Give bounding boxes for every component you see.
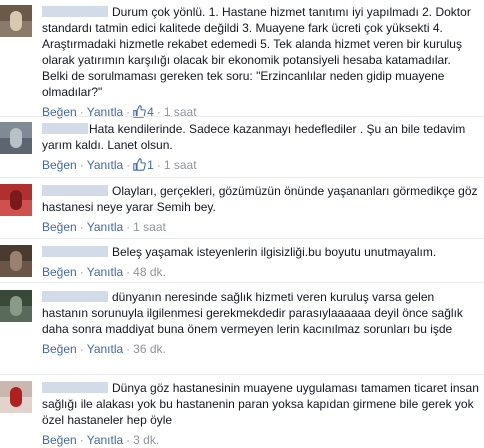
separator-dot: · (79, 220, 84, 234)
avatar-figure (10, 296, 22, 316)
divider (0, 282, 484, 283)
commenter-name-redacted[interactable] (42, 382, 108, 393)
comment-actions: Beğen · Yanıtla · 1 saat (42, 219, 480, 235)
comment-timestamp[interactable]: 1 saat (133, 220, 166, 234)
separator-dot: · (79, 265, 84, 279)
reply-link[interactable]: Yanıtla (87, 158, 123, 172)
comment-body: Hata kendilerinde. Sadece kazanmayı hede… (42, 121, 480, 173)
avatar-figure (10, 11, 22, 31)
comment-text-block: Durum çok yönlü. 1. Hastane hizmet tanıt… (42, 4, 480, 100)
comment-actions: Beğen · Yanıtla · 1 · 1 saat (42, 157, 480, 173)
commenter-name-redacted[interactable] (42, 185, 108, 196)
separator-dot: · (79, 433, 84, 447)
reply-link[interactable]: Yanıtla (87, 265, 123, 279)
separator-dot: · (126, 265, 131, 279)
comment-text: Hata kendilerinde. Sadece kazanmayı hede… (42, 122, 466, 152)
comment-text-block: Olayları, gerçekleri, gözümüzün önünde y… (42, 183, 480, 215)
separator-dot: · (79, 342, 84, 356)
separator-dot: · (126, 433, 131, 447)
comment-body: Durum çok yönlü. 1. Hastane hizmet tanıt… (42, 4, 480, 120)
like-count-value: 1 (147, 158, 154, 172)
comment-timestamp[interactable]: 1 saat (164, 158, 197, 172)
divider (0, 374, 484, 375)
like-count[interactable]: 1 (133, 158, 154, 172)
separator-dot: · (79, 158, 84, 172)
avatar-figure (10, 387, 22, 407)
separator-dot: · (126, 342, 131, 356)
comment-actions: Beğen · Yanıtla · 48 dk. (42, 264, 480, 280)
avatar[interactable] (0, 122, 32, 154)
avatar-figure (10, 251, 22, 271)
divider (0, 238, 484, 239)
comment-text-block: Dünya göz hastanesinin muayene uygulamas… (42, 380, 480, 428)
avatar[interactable] (0, 290, 32, 322)
avatar[interactable] (0, 5, 32, 37)
commenter-name-redacted[interactable] (42, 246, 108, 257)
like-link[interactable]: Beğen (42, 220, 77, 234)
reply-link[interactable]: Yanıtla (87, 433, 123, 447)
reply-link[interactable]: Yanıtla (87, 342, 123, 356)
comment-text-block: Beleş yaşamak isteyenlerin ilgisizliği.b… (42, 244, 480, 260)
separator-dot: · (126, 158, 131, 172)
divider (0, 177, 484, 178)
comment-body: Dünya göz hastanesinin muayene uygulamas… (42, 380, 480, 448)
like-link[interactable]: Beğen (42, 265, 77, 279)
comment-text: Beleş yaşamak isteyenlerin ilgisizliği.b… (112, 245, 437, 259)
like-link[interactable]: Beğen (42, 342, 77, 356)
reply-link[interactable]: Yanıtla (87, 220, 123, 234)
separator-dot: · (156, 158, 161, 172)
comment-text-block: dünyanın neresinde sağlık hizmeti veren … (42, 289, 480, 337)
comment-timestamp[interactable]: 36 dk. (133, 342, 166, 356)
divider (0, 116, 484, 117)
avatar[interactable] (0, 184, 32, 216)
comment-timestamp[interactable]: 48 dk. (133, 265, 166, 279)
comment-actions: Beğen · Yanıtla · 36 dk. (42, 341, 480, 357)
commenter-name-redacted[interactable] (42, 6, 108, 17)
comment-body: Olayları, gerçekleri, gözümüzün önünde y… (42, 183, 480, 235)
like-link[interactable]: Beğen (42, 433, 77, 447)
avatar[interactable] (0, 245, 32, 277)
comment-text-block: Hata kendilerinde. Sadece kazanmayı hede… (42, 121, 480, 153)
comment-actions: Beğen · Yanıtla · 4 · 1 saat (42, 104, 480, 120)
comment-body: Beleş yaşamak isteyenlerin ilgisizliği.b… (42, 244, 480, 280)
comment-text: Durum çok yönlü. 1. Hastane hizmet tanıt… (42, 5, 471, 99)
comment-body: dünyanın neresinde sağlık hizmeti veren … (42, 289, 480, 357)
avatar[interactable] (0, 381, 32, 413)
thumbs-up-icon (133, 158, 147, 171)
comment-timestamp[interactable]: 3 dk. (133, 433, 159, 447)
avatar-figure (10, 190, 22, 210)
avatar-figure (10, 128, 22, 148)
like-link[interactable]: Beğen (42, 158, 77, 172)
commenter-name-redacted[interactable] (42, 123, 88, 134)
commenter-name-redacted[interactable] (42, 291, 108, 302)
separator-dot: · (126, 220, 131, 234)
comment-actions: Beğen · Yanıtla · 3 dk. (42, 432, 480, 448)
